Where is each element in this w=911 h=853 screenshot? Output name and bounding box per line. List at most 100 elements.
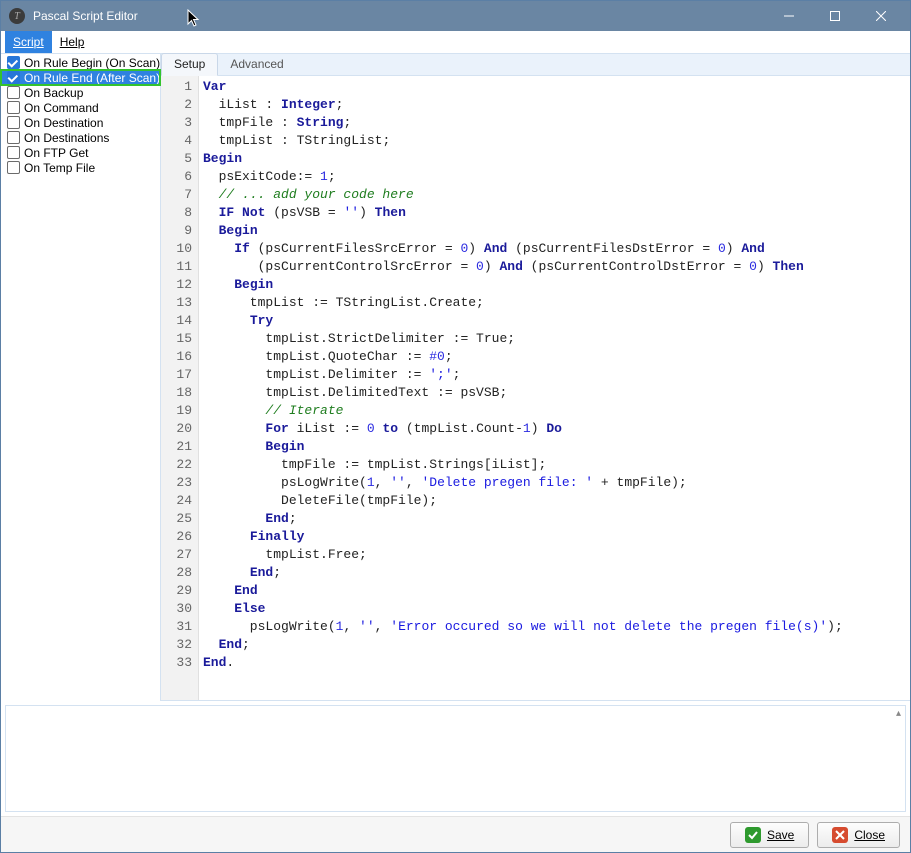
code-line[interactable]: tmpList.Free; xyxy=(203,546,906,564)
line-number: 28 xyxy=(163,564,192,582)
code-line[interactable]: Begin xyxy=(203,222,906,240)
event-item[interactable]: On Destinations xyxy=(1,130,160,145)
code-line[interactable]: For iList := 0 to (tmpList.Count-1) Do xyxy=(203,420,906,438)
code-line[interactable]: DeleteFile(tmpFile); xyxy=(203,492,906,510)
code-area[interactable]: Var iList : Integer; tmpFile : String; t… xyxy=(199,76,910,700)
line-number: 20 xyxy=(163,420,192,438)
code-line[interactable]: End; xyxy=(203,564,906,582)
save-button-label: Save xyxy=(767,828,794,842)
line-number: 14 xyxy=(163,312,192,330)
code-line[interactable]: Begin xyxy=(203,150,906,168)
code-line[interactable]: (psCurrentControlSrcError = 0) And (psCu… xyxy=(203,258,906,276)
titlebar: T Pascal Script Editor xyxy=(1,1,910,31)
menu-help-label: Help xyxy=(60,35,85,49)
event-checkbox[interactable] xyxy=(7,101,20,114)
event-item[interactable]: On Rule End (After Scan) xyxy=(1,70,160,85)
event-item[interactable]: On Temp File xyxy=(1,160,160,175)
scroll-up-icon[interactable]: ▴ xyxy=(896,708,901,719)
event-label: On Rule End (After Scan) xyxy=(24,71,160,85)
event-checkbox[interactable] xyxy=(7,56,20,69)
code-line[interactable]: tmpFile : String; xyxy=(203,114,906,132)
menu-script[interactable]: Script xyxy=(5,31,52,53)
event-label: On Backup xyxy=(24,86,83,100)
code-line[interactable]: Finally xyxy=(203,528,906,546)
event-label: On Rule Begin (On Scan) xyxy=(24,56,160,70)
code-line[interactable]: Begin xyxy=(203,276,906,294)
code-line[interactable]: Var xyxy=(203,78,906,96)
event-checkbox[interactable] xyxy=(7,131,20,144)
event-item[interactable]: On FTP Get xyxy=(1,145,160,160)
close-button[interactable]: Close xyxy=(817,822,900,848)
tab-setup[interactable]: Setup xyxy=(161,53,218,76)
code-line[interactable]: tmpList.QuoteChar := #0; xyxy=(203,348,906,366)
line-number: 16 xyxy=(163,348,192,366)
close-icon xyxy=(876,11,886,21)
event-checkbox[interactable] xyxy=(7,116,20,129)
line-number: 1 xyxy=(163,78,192,96)
code-line[interactable]: Begin xyxy=(203,438,906,456)
code-line[interactable]: psLogWrite(1, '', 'Delete pregen file: '… xyxy=(203,474,906,492)
code-line[interactable]: tmpList.StrictDelimiter := True; xyxy=(203,330,906,348)
menu-help[interactable]: Help xyxy=(52,31,93,53)
code-line[interactable]: Try xyxy=(203,312,906,330)
line-number: 23 xyxy=(163,474,192,492)
line-number: 27 xyxy=(163,546,192,564)
line-number: 7 xyxy=(163,186,192,204)
line-number: 3 xyxy=(163,114,192,132)
code-line[interactable]: End xyxy=(203,582,906,600)
event-item[interactable]: On Command xyxy=(1,100,160,115)
code-line[interactable]: // Iterate xyxy=(203,402,906,420)
code-editor[interactable]: 1234567891011121314151617181920212223242… xyxy=(161,76,910,701)
line-number: 26 xyxy=(163,528,192,546)
line-number: 21 xyxy=(163,438,192,456)
code-line[interactable]: Else xyxy=(203,600,906,618)
code-line[interactable]: tmpList.Delimiter := ';'; xyxy=(203,366,906,384)
events-sidebar: On Rule Begin (On Scan)On Rule End (Afte… xyxy=(1,54,161,701)
maximize-button[interactable] xyxy=(812,1,858,31)
close-window-button[interactable] xyxy=(858,1,904,31)
event-checkbox[interactable] xyxy=(7,161,20,174)
code-line[interactable]: If (psCurrentFilesSrcError = 0) And (psC… xyxy=(203,240,906,258)
event-label: On Destinations xyxy=(24,131,109,145)
save-button[interactable]: Save xyxy=(730,822,809,848)
code-line[interactable]: End; xyxy=(203,636,906,654)
line-number: 33 xyxy=(163,654,192,672)
event-checkbox[interactable] xyxy=(7,86,20,99)
code-line[interactable]: psLogWrite(1, '', 'Error occured so we w… xyxy=(203,618,906,636)
window-title: Pascal Script Editor xyxy=(33,9,766,23)
minimize-icon xyxy=(784,11,794,21)
code-line[interactable]: tmpList : TStringList; xyxy=(203,132,906,150)
close-button-label: Close xyxy=(854,828,885,842)
code-line[interactable]: End; xyxy=(203,510,906,528)
event-label: On Destination xyxy=(24,116,103,130)
x-icon xyxy=(832,827,848,843)
code-line[interactable]: psExitCode:= 1; xyxy=(203,168,906,186)
line-number: 18 xyxy=(163,384,192,402)
event-checkbox[interactable] xyxy=(7,71,20,84)
line-number: 29 xyxy=(163,582,192,600)
line-number: 12 xyxy=(163,276,192,294)
event-checkbox[interactable] xyxy=(7,146,20,159)
code-line[interactable]: tmpFile := tmpList.Strings[iList]; xyxy=(203,456,906,474)
tabstrip: Setup Advanced xyxy=(161,54,910,76)
line-number: 17 xyxy=(163,366,192,384)
main-area: On Rule Begin (On Scan)On Rule End (Afte… xyxy=(1,53,910,701)
line-number: 31 xyxy=(163,618,192,636)
event-item[interactable]: On Backup xyxy=(1,85,160,100)
output-panel[interactable]: ▴ xyxy=(5,705,906,812)
event-item[interactable]: On Rule Begin (On Scan) xyxy=(1,55,160,70)
event-label: On Temp File xyxy=(24,161,95,175)
line-number: 5 xyxy=(163,150,192,168)
code-line[interactable]: IF Not (psVSB = '') Then xyxy=(203,204,906,222)
code-line[interactable]: End. xyxy=(203,654,906,672)
minimize-button[interactable] xyxy=(766,1,812,31)
line-number: 8 xyxy=(163,204,192,222)
tab-advanced[interactable]: Advanced xyxy=(218,54,295,75)
event-item[interactable]: On Destination xyxy=(1,115,160,130)
line-number: 22 xyxy=(163,456,192,474)
code-line[interactable]: // ... add your code here xyxy=(203,186,906,204)
code-line[interactable]: iList : Integer; xyxy=(203,96,906,114)
event-label: On Command xyxy=(24,101,99,115)
code-line[interactable]: tmpList.DelimitedText := psVSB; xyxy=(203,384,906,402)
code-line[interactable]: tmpList := TStringList.Create; xyxy=(203,294,906,312)
